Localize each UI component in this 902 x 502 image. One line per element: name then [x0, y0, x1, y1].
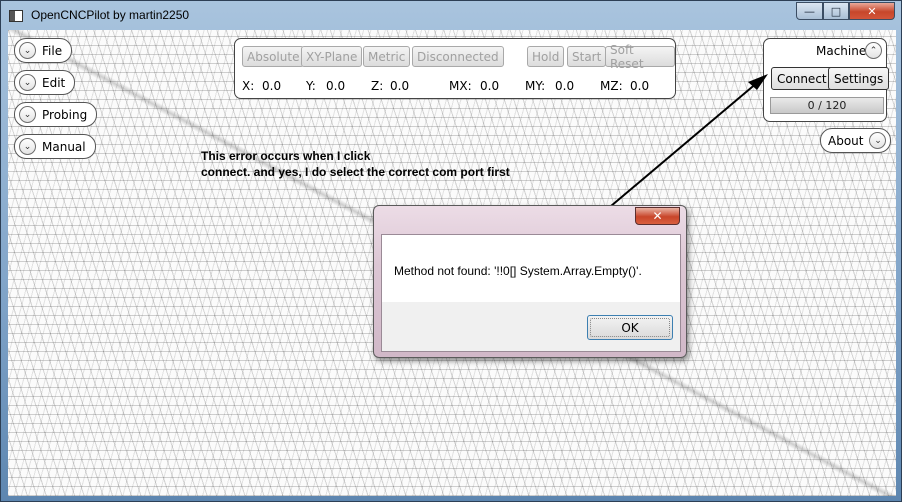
manual-expander[interactable]: ⌄ Manual	[14, 134, 96, 159]
machine-label: Machine	[816, 44, 867, 58]
chevron-down-icon: ⌄	[19, 106, 36, 123]
caption-buttons: — □ ✕	[796, 2, 895, 20]
annotation-line-2: connect. and yes, I do select the correc…	[201, 165, 510, 179]
probing-label: Probing	[42, 107, 88, 122]
soft-reset-button[interactable]: Soft Reset	[605, 43, 675, 71]
dialog-body: Method not found: '!!0[] System.Array.Em…	[381, 234, 681, 352]
about-label: About	[828, 133, 864, 148]
chevron-down-icon: ⌄	[19, 74, 36, 91]
status-panel: Absolute XY-Plane Metric Disconnected Ho…	[234, 38, 676, 99]
about-expander[interactable]: About ⌄	[820, 128, 892, 153]
chevron-up-icon[interactable]: ⌃	[865, 42, 882, 59]
xy-plane-button[interactable]: XY-Plane	[301, 46, 363, 67]
arrow-line	[610, 81, 759, 207]
annotation-line-1: This error occurs when I click	[201, 149, 371, 163]
settings-button[interactable]: Settings	[828, 67, 890, 90]
title-bar[interactable]: OpenCNCPilot by martin2250 — □ ✕	[1, 1, 901, 29]
probing-expander[interactable]: ⌄ Probing	[14, 102, 98, 127]
app-window: OpenCNCPilot by martin2250 — □ ✕ ⌄ File …	[0, 0, 902, 502]
close-button[interactable]: ✕	[849, 2, 895, 20]
error-message: Method not found: '!!0[] System.Array.Em…	[394, 264, 642, 278]
chevron-down-icon: ⌄	[869, 132, 887, 149]
connection-status-button[interactable]: Disconnected	[412, 46, 504, 67]
file-label: File	[42, 43, 63, 58]
machine-panel: Machine ⌃ Connect Settings 0 / 120	[763, 38, 890, 122]
app-icon	[9, 10, 23, 22]
window-title: OpenCNCPilot by martin2250	[31, 8, 190, 22]
mx-label: MX:	[449, 79, 472, 93]
z-label: Z:	[371, 79, 384, 93]
chevron-down-icon: ⌄	[19, 42, 36, 59]
absolute-button[interactable]: Absolute	[242, 46, 305, 67]
mz-value: 0.0	[630, 79, 650, 93]
start-button[interactable]: Start	[567, 46, 607, 67]
y-label: Y:	[306, 79, 316, 93]
my-value: 0.0	[555, 79, 575, 93]
mz-label: MZ:	[600, 79, 623, 93]
maximize-button[interactable]: □	[823, 2, 849, 20]
manual-label: Manual	[42, 139, 86, 154]
file-expander[interactable]: ⌄ File	[14, 38, 73, 63]
dialog-close-button[interactable]: ✕	[635, 207, 680, 225]
mx-value: 0.0	[480, 79, 500, 93]
edit-expander[interactable]: ⌄ Edit	[14, 70, 76, 95]
file-progress-bar: 0 / 120	[770, 97, 884, 114]
error-dialog: ✕ Method not found: '!!0[] System.Array.…	[373, 205, 687, 358]
z-value: 0.0	[390, 79, 410, 93]
ok-button[interactable]: OK	[587, 315, 673, 340]
minimize-button[interactable]: —	[796, 2, 823, 20]
chevron-down-icon: ⌄	[19, 138, 36, 155]
connect-button[interactable]: Connect	[771, 67, 833, 90]
annotation-text: This error occurs when I click connect. …	[201, 148, 510, 180]
my-label: MY:	[525, 79, 546, 93]
x-value: 0.0	[262, 79, 282, 93]
dialog-message-area: Method not found: '!!0[] System.Array.Em…	[382, 235, 680, 302]
y-value: 0.0	[326, 79, 346, 93]
edit-label: Edit	[42, 75, 66, 90]
hold-button[interactable]: Hold	[527, 46, 565, 67]
metric-button[interactable]: Metric	[363, 46, 411, 67]
x-label: X:	[242, 79, 255, 93]
